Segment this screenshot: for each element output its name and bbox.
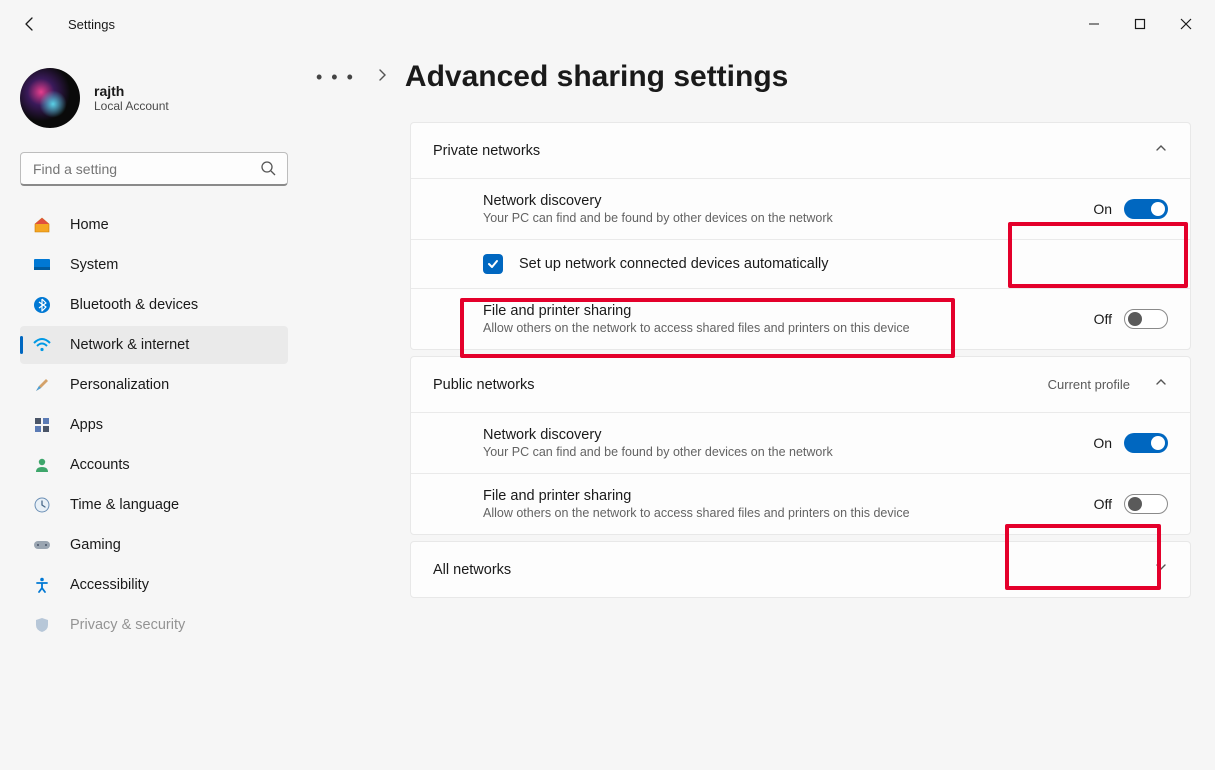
nav-label: Apps [70,417,103,433]
shield-icon [32,615,52,635]
nav-label: Personalization [70,377,169,393]
sidebar: rajth Local Account Home System Bluetoot… [0,48,300,770]
private-file-share-toggle[interactable] [1124,309,1168,329]
avatar [20,68,80,128]
nav-apps[interactable]: Apps [20,406,288,444]
private-network-discovery-row: Network discovery Your PC can find and b… [411,179,1190,239]
accessibility-icon [32,575,52,595]
nav-label: Gaming [70,537,121,553]
profile-name: rajth [94,83,169,99]
toggle-state-label: On [1093,201,1112,217]
bluetooth-icon [32,295,52,315]
public-networks-header[interactable]: Public networks Current profile [411,357,1190,412]
nav-label: Time & language [70,497,179,513]
nav-privacy[interactable]: Privacy & security [20,606,288,644]
section-title: Public networks [433,377,535,393]
minimize-button[interactable] [1071,6,1117,42]
toggle-state-label: Off [1094,496,1112,512]
nav-label: Accessibility [70,577,149,593]
all-networks-header[interactable]: All networks [411,542,1190,597]
nav-gaming[interactable]: Gaming [20,526,288,564]
private-file-sharing-row: File and printer sharing Allow others on… [411,289,1190,349]
breadcrumb-ellipsis[interactable]: • • • [312,67,359,88]
nav-bluetooth[interactable]: Bluetooth & devices [20,286,288,324]
chevron-down-icon [1154,560,1168,579]
page-title: Advanced sharing settings [405,60,788,94]
auto-setup-row: Set up network connected devices automat… [411,240,1190,288]
search-input[interactable] [20,152,288,186]
private-discovery-toggle[interactable] [1124,199,1168,219]
search-box[interactable] [20,152,288,186]
clock-icon [32,495,52,515]
nav-label: Network & internet [70,337,189,353]
toggle-state-label: On [1093,435,1112,451]
nav-label: Home [70,217,109,233]
row-title: File and printer sharing [483,488,910,504]
main-content: • • • Advanced sharing settings Private … [300,48,1215,770]
nav-network[interactable]: Network & internet [20,326,288,364]
app-title: Settings [68,17,115,32]
close-button[interactable] [1163,6,1209,42]
public-file-share-toggle[interactable] [1124,494,1168,514]
nav-personalization[interactable]: Personalization [20,366,288,404]
toggle-state-label: Off [1094,311,1112,327]
auto-setup-checkbox[interactable] [483,254,503,274]
wifi-icon [32,335,52,355]
section-title: All networks [433,562,511,578]
row-subtitle: Your PC can find and be found by other d… [483,445,833,459]
nav-label: System [70,257,118,273]
public-file-sharing-row: File and printer sharing Allow others on… [411,474,1190,534]
breadcrumb: • • • Advanced sharing settings [312,60,1191,94]
public-networks-card: Public networks Current profile Network … [410,356,1191,535]
home-icon [32,215,52,235]
nav: Home System Bluetooth & devices Network … [20,206,288,644]
apps-icon [32,415,52,435]
chevron-up-icon [1154,141,1168,160]
nav-accessibility[interactable]: Accessibility [20,566,288,604]
nav-time[interactable]: Time & language [20,486,288,524]
private-networks-header[interactable]: Private networks [411,123,1190,178]
nav-label: Bluetooth & devices [70,297,198,313]
nav-home[interactable]: Home [20,206,288,244]
row-title: Network discovery [483,427,833,443]
nav-accounts[interactable]: Accounts [20,446,288,484]
private-networks-card: Private networks Network discovery Your … [410,122,1191,350]
profile-block[interactable]: rajth Local Account [20,68,288,128]
chevron-up-icon [1154,375,1168,394]
search-icon [260,160,276,181]
public-network-discovery-row: Network discovery Your PC can find and b… [411,413,1190,473]
chevron-right-icon [377,68,387,87]
nav-system[interactable]: System [20,246,288,284]
row-subtitle: Allow others on the network to access sh… [483,321,910,335]
auto-setup-label: Set up network connected devices automat… [519,256,829,272]
system-icon [32,255,52,275]
all-networks-card: All networks [410,541,1191,598]
nav-label: Accounts [70,457,130,473]
titlebar: Settings [0,0,1215,48]
current-profile-label: Current profile [1048,377,1130,392]
row-title: Network discovery [483,193,833,209]
brush-icon [32,375,52,395]
row-subtitle: Your PC can find and be found by other d… [483,211,833,225]
nav-label: Privacy & security [70,617,185,633]
section-title: Private networks [433,143,540,159]
row-title: File and printer sharing [483,303,910,319]
row-subtitle: Allow others on the network to access sh… [483,506,910,520]
profile-account-type: Local Account [94,99,169,113]
maximize-button[interactable] [1117,6,1163,42]
accounts-icon [32,455,52,475]
back-button[interactable] [20,14,40,34]
public-discovery-toggle[interactable] [1124,433,1168,453]
gaming-icon [32,535,52,555]
